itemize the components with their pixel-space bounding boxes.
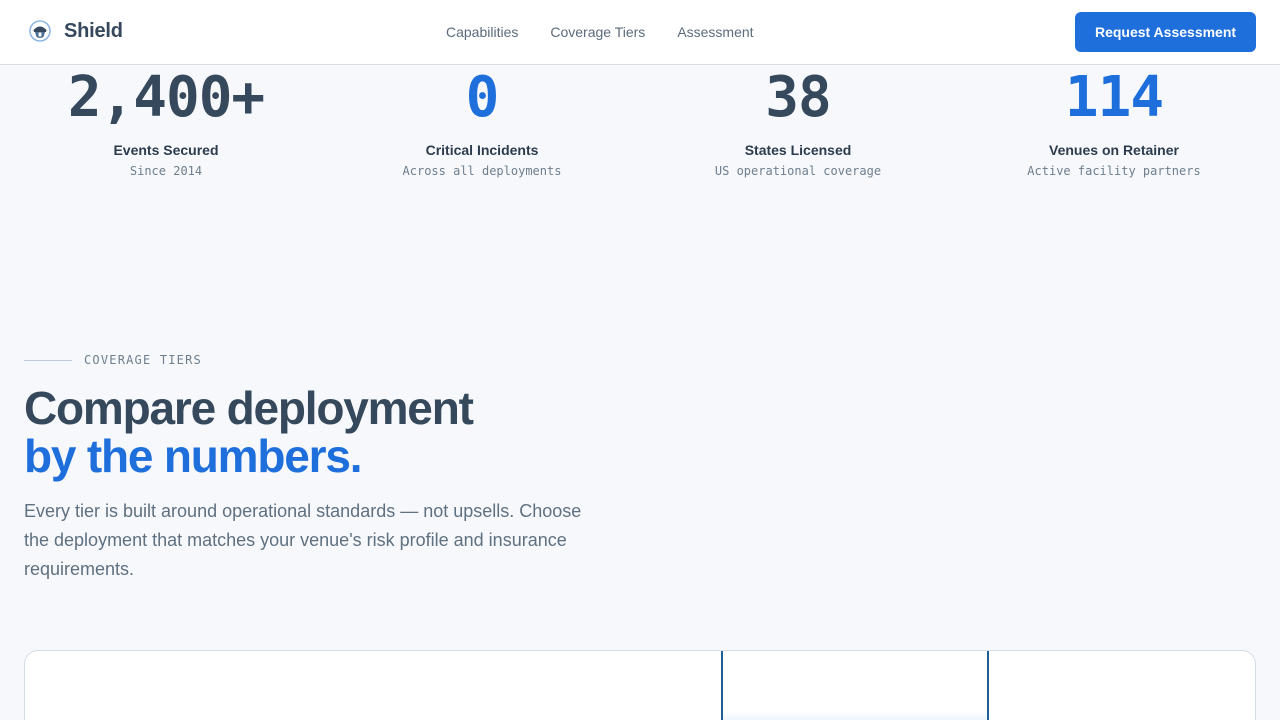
- stat-venues-on-retainer: 114 Venues on Retainer Active facility p…: [956, 66, 1272, 179]
- nav-link-capabilities[interactable]: Capabilities: [446, 24, 518, 40]
- stat-states-licensed: 38 States Licensed US operational covera…: [640, 66, 956, 179]
- stat-value: 114: [1064, 65, 1164, 130]
- shield-helmet-icon: [29, 20, 51, 42]
- stat-value: 38: [765, 65, 831, 130]
- section-headline: Compare deployment by the numbers.: [24, 382, 474, 482]
- stat-value: 2,400+: [67, 65, 265, 130]
- stat-events-secured: 2,400+ Events Secured Since 2014: [8, 66, 324, 179]
- stat-sub: Since 2014: [129, 164, 203, 178]
- nav-link-coverage-tiers[interactable]: Coverage Tiers: [550, 24, 645, 40]
- headline-line-1: Compare deployment: [24, 382, 474, 434]
- stat-label: Critical Incidents: [425, 142, 539, 158]
- site-header: Shield Capabilities Coverage Tiers Asses…: [0, 0, 1280, 65]
- tier-comparison-table: [24, 650, 1256, 720]
- stat-value: 0: [465, 65, 500, 130]
- section-eyebrow: COVERAGE TIERS: [24, 353, 202, 367]
- stat-sub: Active facility partners: [1027, 164, 1201, 178]
- featured-tier-column: [721, 651, 989, 720]
- stat-sub: US operational coverage: [714, 164, 882, 178]
- request-assessment-button[interactable]: Request Assessment: [1075, 12, 1256, 52]
- main-nav: Capabilities Coverage Tiers Assessment: [446, 0, 786, 64]
- eyebrow-divider: [24, 359, 72, 361]
- section-intro: Every tier is built around operational s…: [24, 501, 582, 579]
- stat-label: Venues on Retainer: [1049, 142, 1179, 158]
- headline-line-2: by the numbers.: [24, 430, 362, 482]
- eyebrow-text: COVERAGE TIERS: [84, 353, 202, 367]
- stat-sub: Across all deployments: [402, 164, 562, 178]
- brand-logo[interactable]: Shield: [28, 19, 123, 43]
- stat-label: States Licensed: [744, 142, 852, 158]
- brand-name: Shield: [64, 19, 123, 42]
- nav-link-assessment[interactable]: Assessment: [677, 24, 753, 40]
- stat-label: Events Secured: [113, 142, 219, 158]
- stat-critical-incidents: 0 Critical Incidents Across all deployme…: [324, 66, 640, 179]
